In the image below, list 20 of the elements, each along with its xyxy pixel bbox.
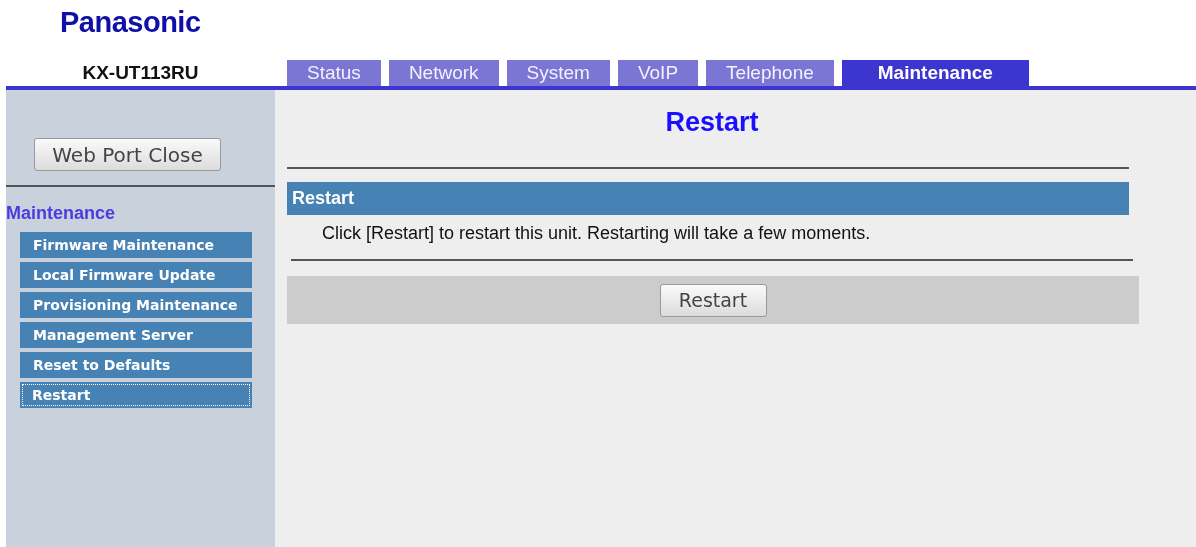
restart-message: Click [Restart] to restart this unit. Restarting will take a few moments. — [322, 223, 872, 245]
brand-logo: Panasonic — [60, 6, 201, 39]
page-title: Restart — [664, 107, 760, 139]
nav-tab[interactable]: VoIP — [617, 60, 699, 86]
nav-tab[interactable]: Telephone — [706, 60, 834, 86]
nav-tab[interactable]: Status — [287, 60, 381, 86]
sidebar-item[interactable]: Management Server — [20, 322, 252, 348]
sidebar-item[interactable]: Reset to Defaults — [20, 352, 252, 378]
nav-tab[interactable]: System — [506, 60, 610, 86]
web-port-close-button[interactable]: Web Port Close — [34, 138, 221, 171]
section-header: Restart — [287, 182, 1129, 215]
sidebar-item[interactable]: Restart — [20, 382, 252, 408]
nav-tab[interactable]: Network — [388, 60, 499, 86]
nav-tab[interactable]: Maintenance — [841, 60, 1029, 86]
restart-button[interactable]: Restart — [659, 283, 767, 317]
sidebar-item[interactable]: Local Firmware Update — [20, 262, 252, 288]
sidebar-heading: Maintenance — [6, 203, 117, 224]
sidebar-item[interactable]: Firmware Maintenance — [20, 232, 252, 258]
sidebar-item[interactable]: Provisioning Maintenance — [20, 292, 252, 318]
model-name: KX-UT113RU — [81, 62, 200, 84]
